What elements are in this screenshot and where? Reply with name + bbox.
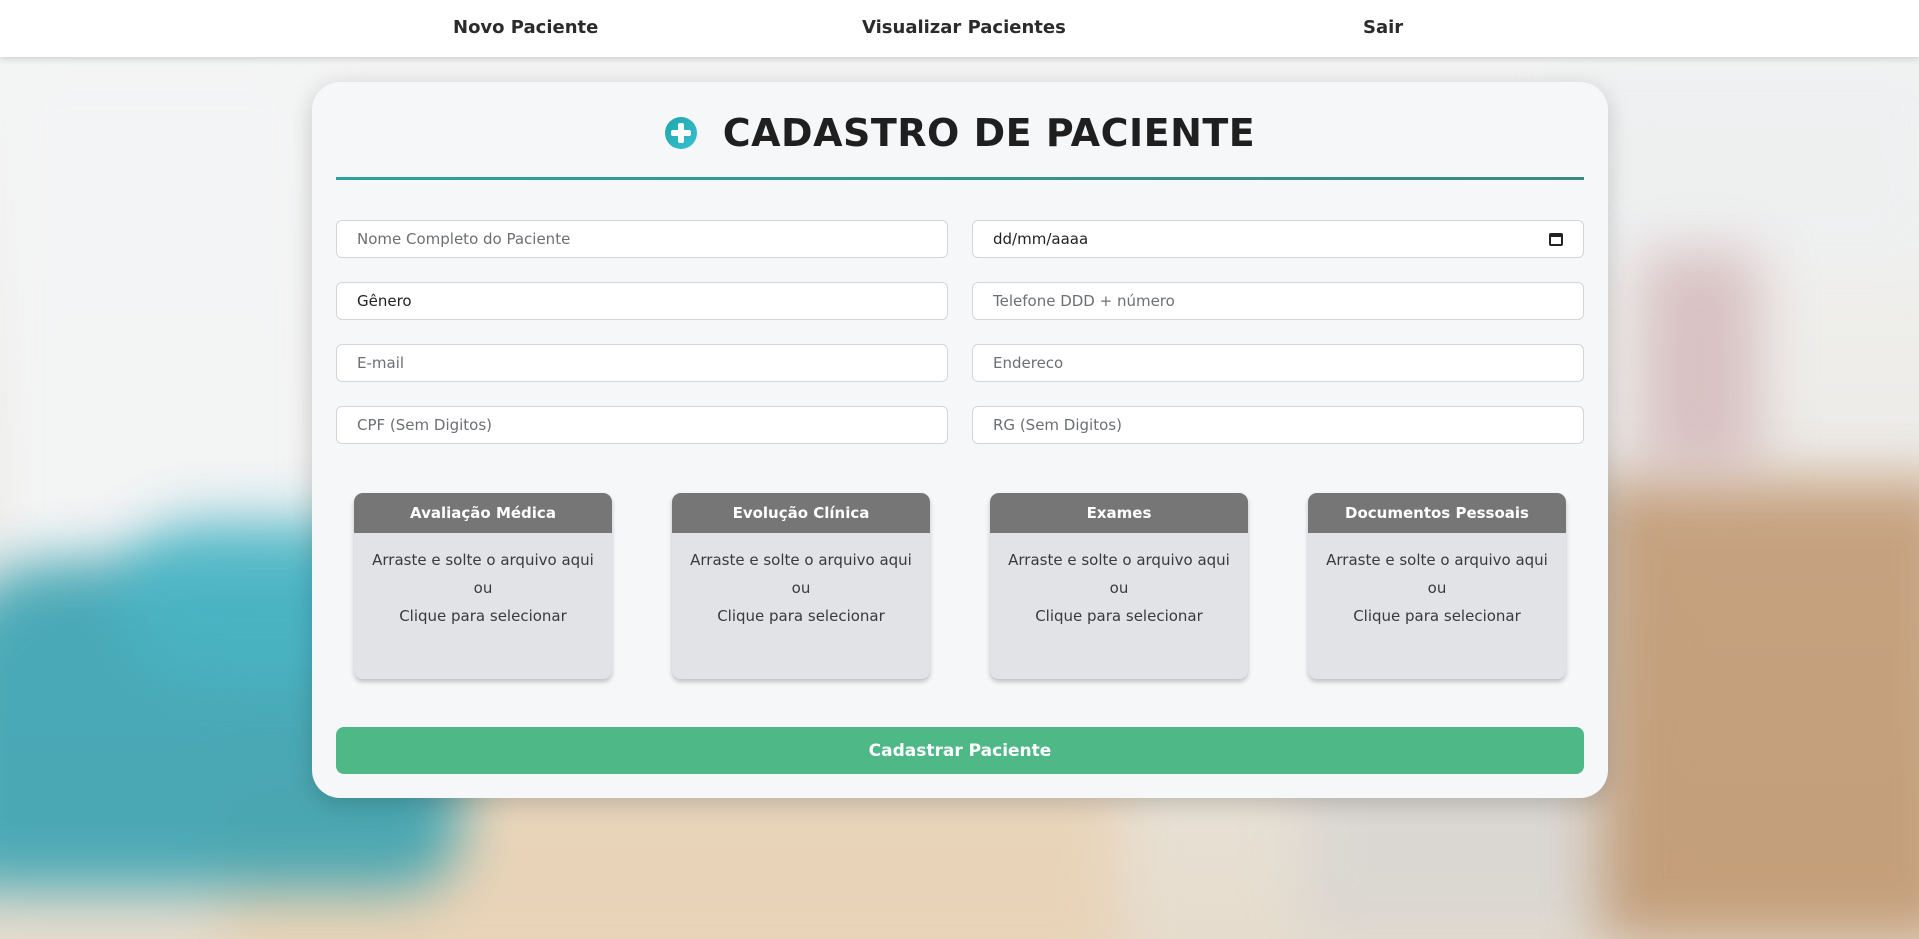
birth-date-input[interactable]: dd/mm/aaaa [972, 220, 1584, 258]
title-divider [336, 177, 1584, 180]
upload-dropzone-text: Arraste e solte o arquivo aqui ou Clique… [672, 533, 930, 630]
upload-hint-click: Clique para selecionar [399, 607, 567, 625]
upload-hint-drag: Arraste e solte o arquivo aqui [1008, 551, 1230, 569]
upload-evolucao-clinica[interactable]: Evolução Clínica Arraste e solte o arqui… [672, 493, 930, 679]
patient-registration-card: CADASTRO DE PACIENTE dd/mm/aaaa Gênero A… [312, 82, 1608, 798]
birth-date-value: dd/mm/aaaa [993, 230, 1089, 248]
plus-circle-icon [664, 117, 697, 149]
upload-hint-drag: Arraste e solte o arquivo aqui [1326, 551, 1548, 569]
upload-exames[interactable]: Exames Arraste e solte o arquivo aqui ou… [990, 493, 1248, 679]
title-row: CADASTRO DE PACIENTE [312, 106, 1608, 160]
nav-novo-paciente[interactable]: Novo Paciente [453, 17, 598, 38]
upload-avaliacao-medica[interactable]: Avaliação Médica Arraste e solte o arqui… [354, 493, 612, 679]
nav-visualizar-pacientes[interactable]: Visualizar Pacientes [862, 17, 1066, 38]
gender-select[interactable]: Gênero [336, 282, 948, 320]
patient-name-input[interactable] [336, 220, 948, 258]
upload-dropzone-text: Arraste e solte o arquivo aqui ou Clique… [1308, 533, 1566, 630]
email-input[interactable] [336, 344, 948, 382]
upload-hint-drag: Arraste e solte o arquivo aqui [690, 551, 912, 569]
address-input[interactable] [972, 344, 1584, 382]
upload-title: Documentos Pessoais [1308, 493, 1566, 533]
cpf-input[interactable] [336, 406, 948, 444]
cadastrar-paciente-button[interactable]: Cadastrar Paciente [336, 727, 1584, 774]
upload-hint-or: ou [1427, 579, 1447, 597]
upload-dropzone-text: Arraste e solte o arquivo aqui ou Clique… [354, 533, 612, 630]
top-navbar: Novo Paciente Visualizar Pacientes Sair [0, 0, 1919, 57]
upload-dropzone-text: Arraste e solte o arquivo aqui ou Clique… [990, 533, 1248, 630]
upload-hint-or: ou [791, 579, 811, 597]
calendar-icon[interactable] [1549, 232, 1563, 246]
upload-hint-or: ou [1109, 579, 1129, 597]
upload-title: Evolução Clínica [672, 493, 930, 533]
upload-hint-drag: Arraste e solte o arquivo aqui [372, 551, 594, 569]
nav-sair[interactable]: Sair [1363, 17, 1403, 38]
phone-input[interactable] [972, 282, 1584, 320]
upload-hint-click: Clique para selecionar [1035, 607, 1203, 625]
rg-input[interactable] [972, 406, 1584, 444]
page-title: CADASTRO DE PACIENTE [722, 111, 1256, 155]
upload-title: Avaliação Médica [354, 493, 612, 533]
upload-hint-or: ou [473, 579, 493, 597]
upload-documentos-pessoais[interactable]: Documentos Pessoais Arraste e solte o ar… [1308, 493, 1566, 679]
upload-hint-click: Clique para selecionar [717, 607, 885, 625]
upload-title: Exames [990, 493, 1248, 533]
gender-select-value: Gênero [357, 292, 412, 310]
upload-hint-click: Clique para selecionar [1353, 607, 1521, 625]
